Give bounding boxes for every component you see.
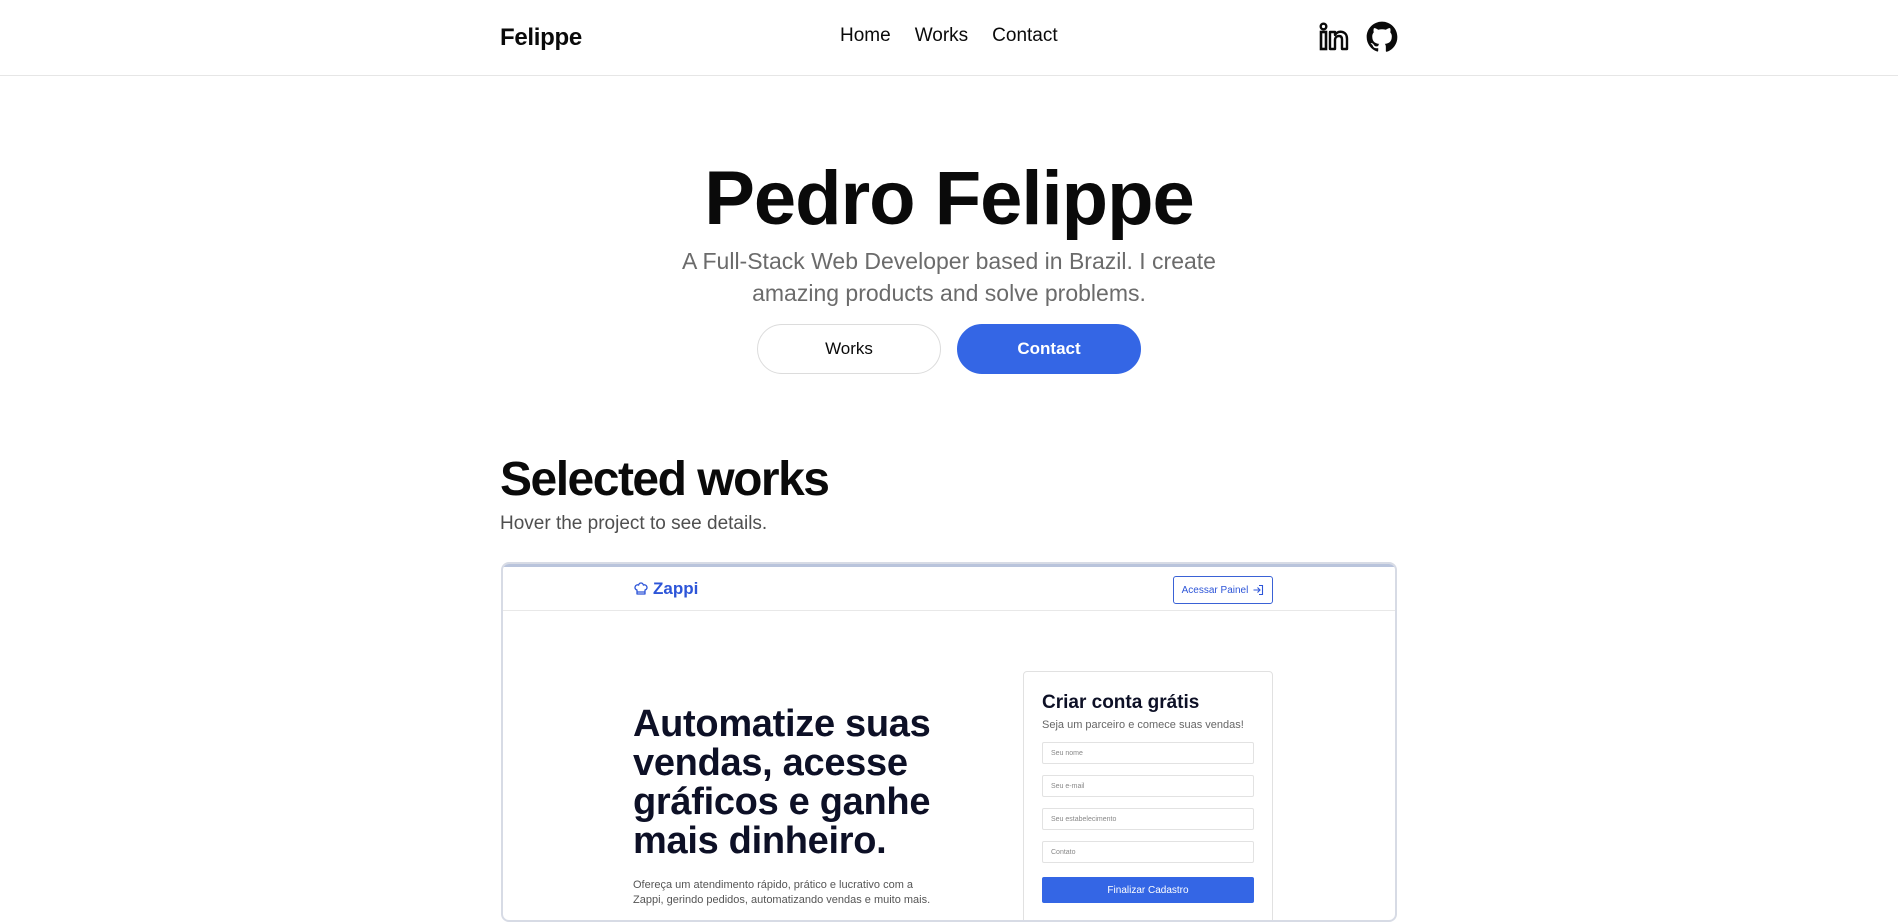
nav-contact-link[interactable]: Contact [992, 25, 1057, 47]
contact-button[interactable]: Contact [957, 324, 1141, 374]
form-contact-field: Contato [1042, 841, 1254, 863]
form-title: Criar conta grátis [1042, 692, 1200, 713]
form-email-field: Seu e-mail [1042, 775, 1254, 797]
github-link[interactable] [1366, 21, 1398, 53]
nav-works-link[interactable]: Works [915, 25, 968, 47]
project-signup-form: Criar conta grátis Seja um parceiro e co… [1023, 671, 1273, 920]
project-paragraph: Ofereça um atendimento rápido, prático e… [633, 879, 931, 906]
chef-hat-icon [634, 582, 648, 595]
hero-title: Pedro Felippe [704, 156, 1195, 241]
form-name-field: Seu nome [1042, 742, 1254, 764]
section-title: Selected works [500, 453, 830, 506]
hero-subtitle: A Full-Stack Web Developer based in Braz… [682, 248, 1216, 306]
main-nav: Home Works Contact [840, 25, 1058, 47]
top-navbar: Felippe Home Works Contact [0, 0, 1898, 76]
linkedin-link[interactable] [1318, 21, 1350, 53]
project-logo-text: Zappi [653, 579, 699, 598]
form-submit-button: Finalizar Cadastro [1042, 877, 1254, 903]
project-preview-header: Zappi Acessar Painel [503, 567, 1395, 611]
social-links [1318, 21, 1398, 53]
form-business-field: Seu estabelecimento [1042, 808, 1254, 830]
project-headline: Automatize suas vendas, acesse gráficos … [633, 703, 931, 862]
nav-home-link[interactable]: Home [840, 25, 891, 47]
project-panel-button: Acessar Painel [1173, 576, 1273, 604]
project-logo: Zappi [633, 579, 698, 599]
section-subtitle: Hover the project to see details. [500, 513, 768, 534]
form-subtitle: Seja um parceiro e comece suas vendas! [1042, 719, 1244, 731]
project-card[interactable]: Zappi Acessar Painel Automatize suas ven… [501, 562, 1397, 922]
github-icon [1366, 21, 1398, 52]
brand-logo[interactable]: Felippe [500, 24, 582, 52]
project-panel-button-label: Acessar Painel [1181, 584, 1249, 596]
login-arrow-icon [1253, 584, 1264, 596]
linkedin-icon [1319, 22, 1349, 51]
works-button[interactable]: Works [757, 324, 941, 374]
